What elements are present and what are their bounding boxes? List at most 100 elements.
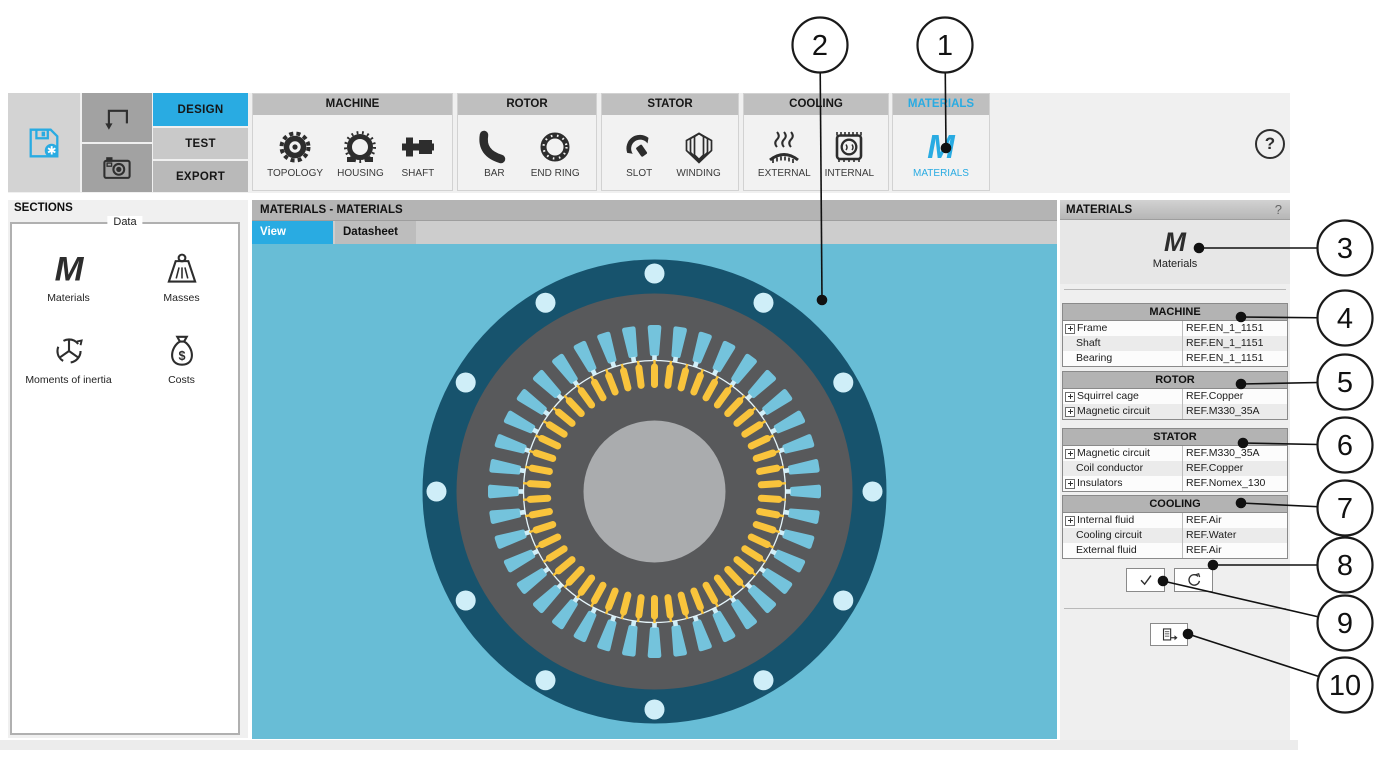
- masses-icon: [161, 248, 203, 290]
- materials-icon: M: [921, 127, 961, 167]
- toolbar-item-housing[interactable]: HOUSING: [337, 127, 384, 179]
- table-title: STATOR: [1063, 429, 1287, 446]
- expand-plus-icon[interactable]: [1065, 407, 1075, 417]
- expand-plus-icon[interactable]: [1065, 324, 1075, 334]
- row-value[interactable]: REF.Nomex_130: [1182, 476, 1287, 491]
- winding-icon: [679, 127, 719, 167]
- expand-plus-icon[interactable]: [1065, 479, 1075, 489]
- export-button[interactable]: [1150, 623, 1188, 646]
- toolbar-item-end-ring[interactable]: END RING: [531, 127, 580, 179]
- table-row-insulators[interactable]: InsulatorsREF.Nomex_130: [1063, 476, 1287, 491]
- sections-item-costs[interactable]: $Costs: [130, 330, 234, 386]
- row-value[interactable]: REF.EN_1_1151: [1182, 336, 1287, 351]
- panel-divider: [1064, 608, 1286, 609]
- table-title: ROTOR: [1063, 372, 1287, 389]
- material-table-stator: STATORMagnetic circuitREF.M330_35ACoil c…: [1062, 428, 1288, 492]
- svg-text:3: 3: [1337, 233, 1353, 265]
- svg-text:10: 10: [1329, 670, 1361, 702]
- motor-view-canvas[interactable]: [252, 244, 1057, 739]
- row-value[interactable]: REF.M330_35A: [1182, 404, 1287, 419]
- topology-icon: [275, 127, 315, 167]
- row-value[interactable]: REF.Copper: [1182, 461, 1287, 476]
- table-row-internal-fluid[interactable]: Internal fluidREF.Air: [1063, 513, 1287, 528]
- row-value[interactable]: REF.EN_1_1151: [1182, 321, 1287, 336]
- table-row-cooling-circuit[interactable]: Cooling circuitREF.Water: [1063, 528, 1287, 543]
- bar-icon: [474, 127, 514, 167]
- snapshot-button[interactable]: [82, 144, 152, 192]
- row-label: Magnetic circuit: [1063, 446, 1182, 461]
- sections-item-masses[interactable]: Masses: [130, 248, 234, 304]
- table-row-bearing[interactable]: BearingREF.EN_1_1151: [1063, 351, 1287, 366]
- apply-button[interactable]: [1126, 568, 1165, 592]
- row-value[interactable]: REF.Water: [1182, 528, 1287, 543]
- svg-text:M: M: [927, 128, 956, 165]
- toolbar-item-materials[interactable]: M MATERIALS: [913, 127, 969, 179]
- toolbar-item-shaft[interactable]: SHAFT: [398, 127, 438, 179]
- svg-text:2: 2: [812, 30, 828, 62]
- table-row-squirrel-cage[interactable]: Squirrel cageREF.Copper: [1063, 389, 1287, 404]
- svg-text:M: M: [1164, 227, 1187, 257]
- materials-panel-header: MATERIALS ?: [1060, 200, 1290, 220]
- panel-help-icon[interactable]: ?: [1275, 202, 1290, 217]
- table-title: MACHINE: [1063, 304, 1287, 321]
- expand-plus-icon[interactable]: [1065, 392, 1075, 402]
- svg-text:1: 1: [937, 30, 953, 62]
- svg-text:9: 9: [1337, 608, 1353, 640]
- expand-plus-icon[interactable]: [1065, 516, 1075, 526]
- svg-text:4: 4: [1337, 303, 1353, 335]
- external-cooling-icon: [764, 127, 804, 167]
- tab-datasheet[interactable]: Datasheet: [335, 221, 416, 244]
- row-value[interactable]: REF.Copper: [1182, 389, 1287, 404]
- row-label: External fluid: [1063, 543, 1182, 558]
- panel-divider: [1064, 289, 1286, 290]
- export-icon: [1158, 624, 1180, 646]
- inertia-icon: [48, 330, 90, 372]
- row-value[interactable]: REF.Air: [1182, 543, 1287, 558]
- toolbar-item-winding[interactable]: WINDING: [676, 127, 720, 179]
- toolbar-group-body: M MATERIALS: [893, 115, 989, 191]
- row-label: Internal fluid: [1063, 513, 1182, 528]
- sections-item-label: Masses: [130, 292, 234, 304]
- toolbar-item-bar[interactable]: BAR: [474, 127, 514, 179]
- expand-plus-icon[interactable]: [1065, 449, 1075, 459]
- toolbar-item-topology[interactable]: TOPOLOGY: [267, 127, 323, 179]
- toolbar-item-external[interactable]: EXTERNAL: [758, 127, 811, 179]
- row-label: Shaft: [1063, 336, 1182, 351]
- row-value[interactable]: REF.EN_1_1151: [1182, 351, 1287, 366]
- sections-group-label: Data: [107, 216, 142, 228]
- table-row-magnetic-circuit[interactable]: Magnetic circuitREF.M330_35A: [1063, 446, 1287, 461]
- mode-tab-export[interactable]: EXPORT: [153, 161, 248, 192]
- table-row-shaft[interactable]: ShaftREF.EN_1_1151: [1063, 336, 1287, 351]
- import-button[interactable]: [82, 93, 152, 142]
- save-button[interactable]: ✱: [8, 93, 80, 192]
- help-icon[interactable]: ?: [1255, 129, 1285, 159]
- selected-tool-label: Materials: [1060, 258, 1290, 270]
- camera-icon: [99, 150, 135, 186]
- toolbar-item-label: SLOT: [619, 168, 659, 179]
- toolbar-item-label: MATERIALS: [913, 168, 969, 179]
- sections-item-moments-of-inertia[interactable]: Moments of inertia: [17, 330, 121, 386]
- materials-icon: M: [48, 248, 90, 290]
- mode-tab-test[interactable]: TEST: [153, 128, 248, 159]
- table-row-coil-conductor[interactable]: Coil conductorREF.Copper: [1063, 461, 1287, 476]
- mode-tab-design[interactable]: DESIGN: [153, 93, 248, 126]
- toolbar-item-label: INTERNAL: [825, 168, 874, 179]
- end-ring-icon: [535, 127, 575, 167]
- toolbar-item-slot[interactable]: SLOT: [619, 127, 659, 179]
- sections-item-label: Materials: [17, 292, 121, 304]
- table-row-frame[interactable]: FrameREF.EN_1_1151: [1063, 321, 1287, 336]
- row-value[interactable]: REF.Air: [1182, 513, 1287, 528]
- check-icon: [1135, 569, 1157, 591]
- restore-button[interactable]: [1174, 568, 1213, 592]
- sections-item-label: Moments of inertia: [17, 374, 121, 386]
- toolbar-item-internal[interactable]: INTERNAL: [825, 127, 874, 179]
- sections-item-materials[interactable]: M Materials: [17, 248, 121, 304]
- table-row-external-fluid[interactable]: External fluidREF.Air: [1063, 543, 1287, 558]
- sections-data-group: Data MMaterials Masses Moments of inerti…: [10, 222, 240, 735]
- tab-view[interactable]: View: [252, 221, 333, 244]
- slot-icon: [619, 127, 659, 167]
- table-row-magnetic-circuit[interactable]: Magnetic circuitREF.M330_35A: [1063, 404, 1287, 419]
- sections-items: M Materials Masses Moments of inertia $Co…: [12, 224, 238, 386]
- view-tab-bar: View Datasheet: [252, 221, 1057, 244]
- row-value[interactable]: REF.M330_35A: [1182, 446, 1287, 461]
